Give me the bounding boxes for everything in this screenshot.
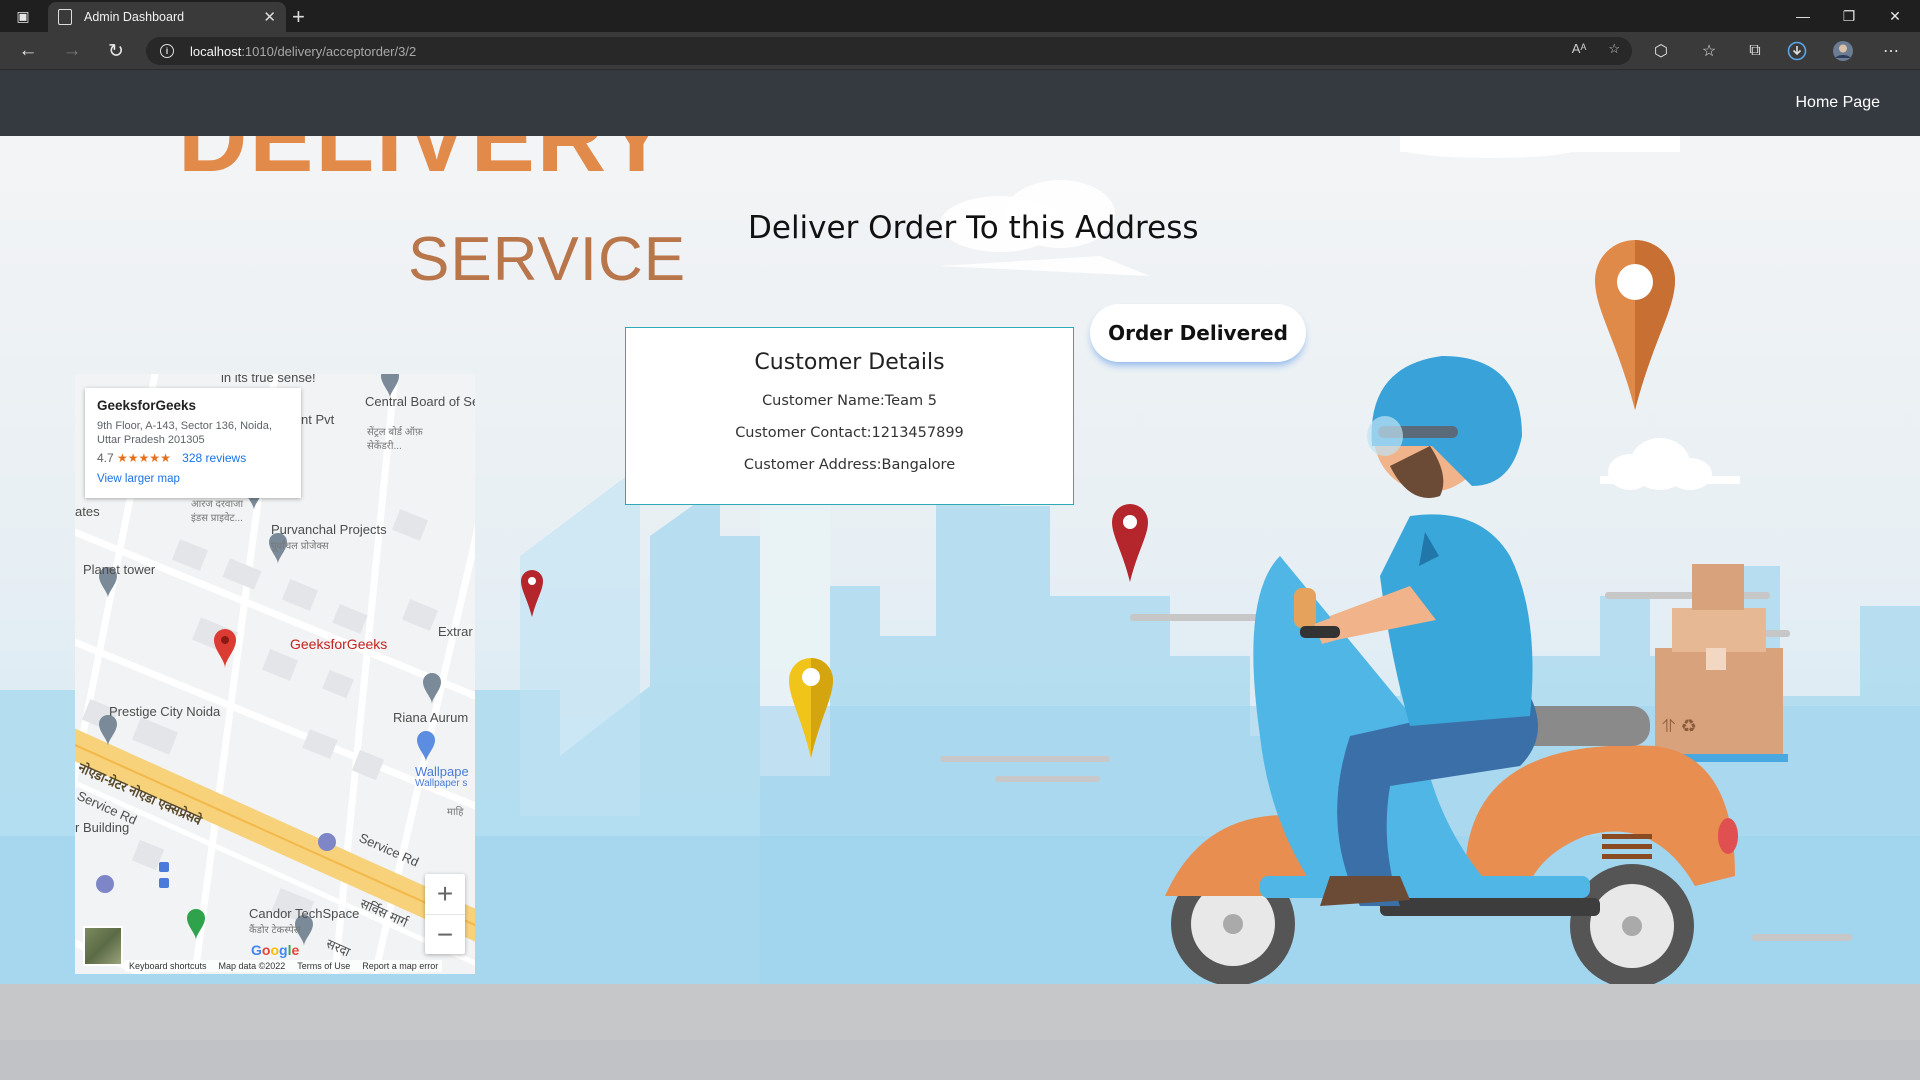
- map-place-address: 9th Floor, A-143, Sector 136, Noida, Utt…: [97, 420, 272, 446]
- refresh-button[interactable]: ↻: [102, 38, 130, 64]
- map-reviews-link[interactable]: 328 reviews: [182, 451, 246, 465]
- page-footer-bottom: [0, 1040, 1920, 1080]
- zoom-in-button[interactable]: +: [425, 874, 465, 914]
- keyboard-shortcuts-link[interactable]: Keyboard shortcuts: [129, 961, 207, 971]
- favorites-icon[interactable]: ☆: [1696, 38, 1722, 64]
- map-place-label[interactable]: GeeksforGeeks: [290, 636, 387, 652]
- map-label: माहि: [447, 807, 464, 818]
- address-bar[interactable]: i localhost:1010/delivery/acceptorder/3/…: [146, 37, 1632, 65]
- site-navbar: Home Page: [0, 70, 1920, 136]
- customer-contact: Customer Contact:1213457899: [735, 425, 964, 441]
- customer-details-card: Customer Details Customer Name:Team 5 Cu…: [625, 327, 1074, 505]
- map-label: Extrar: [438, 624, 473, 639]
- map-label: सेंट्रल बोर्ड ऑफ़ सेकेंडरी...: [367, 427, 423, 452]
- customer-name: Customer Name:Team 5: [762, 393, 937, 409]
- report-map-error-link[interactable]: Report a map error: [362, 961, 438, 971]
- window-close-button[interactable]: ✕: [1872, 0, 1918, 32]
- map-label: Prestige City Noida: [109, 704, 221, 719]
- page-footer: [0, 984, 1920, 1040]
- read-aloud-icon[interactable]: Aᴬ: [1572, 41, 1587, 57]
- map-data-text: Map data ©2022: [218, 961, 286, 971]
- back-button[interactable]: ←: [14, 38, 42, 64]
- google-logo: Google: [251, 942, 300, 958]
- page-icon: [58, 9, 72, 25]
- embedded-map[interactable]: in its true sense! Central Board of Seco…: [75, 374, 475, 974]
- zoom-out-button[interactable]: −: [425, 914, 465, 954]
- collections-icon[interactable]: ⧉: [1742, 38, 1768, 64]
- order-delivered-button[interactable]: Order Delivered: [1090, 304, 1306, 362]
- close-tab-icon[interactable]: ✕: [263, 8, 276, 26]
- browser-toolbar: ← → ↻ i localhost:1010/delivery/acceptor…: [0, 32, 1920, 70]
- customer-details-title: Customer Details: [754, 350, 945, 375]
- downloads-icon[interactable]: [1784, 38, 1810, 64]
- hero-section: ⥣ ♻ DELIVERY SERVICE Deliver Order To th…: [0, 136, 1920, 984]
- map-label: in its true sense!: [221, 374, 316, 385]
- star-rating-icon: ★★★★★: [117, 451, 171, 465]
- map-label: पूर्वांचल प्रोजेक्स: [271, 541, 329, 552]
- brand-title-delivery: DELIVERY: [178, 136, 671, 192]
- satellite-toggle-button[interactable]: [83, 926, 123, 966]
- map-label: nt Pvt: [301, 412, 335, 427]
- map-label: Planet tower: [83, 562, 156, 577]
- browser-tab-bar: ▣ Admin Dashboard ✕ + — ❐ ✕: [0, 0, 1920, 32]
- customer-address: Customer Address:Bangalore: [743, 457, 956, 473]
- restore-button[interactable]: ❐: [1826, 0, 1872, 32]
- new-tab-button[interactable]: +: [292, 4, 305, 30]
- browser-tab[interactable]: Admin Dashboard ✕: [48, 2, 286, 32]
- forward-button[interactable]: →: [58, 38, 86, 64]
- view-larger-map-link[interactable]: View larger map: [97, 473, 289, 485]
- settings-more-icon[interactable]: ⋯: [1878, 38, 1904, 64]
- orange-pin-icon: [1595, 240, 1675, 410]
- map-label: आरज दरवाजा इंडस प्राइवेट...: [191, 499, 244, 524]
- map-rating: 4.7 ★★★★★ 328 reviews: [97, 451, 289, 465]
- map-zoom-controls: + −: [425, 874, 465, 954]
- site-info-icon[interactable]: i: [160, 44, 174, 58]
- url-path: :1010/delivery/acceptorder/3/2: [241, 43, 417, 59]
- page-heading: Deliver Order To this Address: [748, 210, 1199, 246]
- svg-text:⥣ ♻: ⥣ ♻: [1662, 716, 1697, 737]
- map-label: Riana Aurum: [393, 710, 469, 725]
- add-favorite-icon[interactable]: ☆: [1608, 41, 1620, 57]
- map-place-name: GeeksforGeeks: [97, 398, 197, 413]
- map-label: ates: [75, 504, 100, 519]
- map-label: Central Board of Secondary Educa: [365, 394, 475, 409]
- map-label: r Building: [75, 820, 130, 835]
- extensions-icon[interactable]: ⬡: [1648, 38, 1674, 64]
- map-label: Wallpaper s: [415, 778, 468, 789]
- terms-of-use-link[interactable]: Terms of Use: [297, 961, 350, 971]
- map-footer: Keyboard shortcuts Map data ©2022 Terms …: [125, 960, 443, 972]
- map-label: Candor TechSpace: [249, 906, 360, 921]
- map-place-card: GeeksforGeeks 9th Floor, A-143, Sector 1…: [85, 388, 301, 498]
- brand-title-service: SERVICE: [408, 225, 687, 294]
- map-label: कैंडोर टेकस्पेस: [249, 925, 301, 936]
- map-label: Purvanchal Projects: [271, 522, 387, 537]
- home-page-link[interactable]: Home Page: [1796, 94, 1881, 112]
- tab-title: Admin Dashboard: [84, 10, 185, 24]
- map-rating-value: 4.7: [97, 451, 114, 465]
- tab-actions-icon[interactable]: ▣: [0, 0, 46, 32]
- url-host: localhost: [190, 43, 242, 59]
- profile-avatar[interactable]: [1830, 38, 1856, 64]
- map-label: Wallpape: [415, 764, 469, 779]
- red-pin-icon: [1112, 504, 1148, 582]
- minimize-button[interactable]: —: [1780, 0, 1826, 32]
